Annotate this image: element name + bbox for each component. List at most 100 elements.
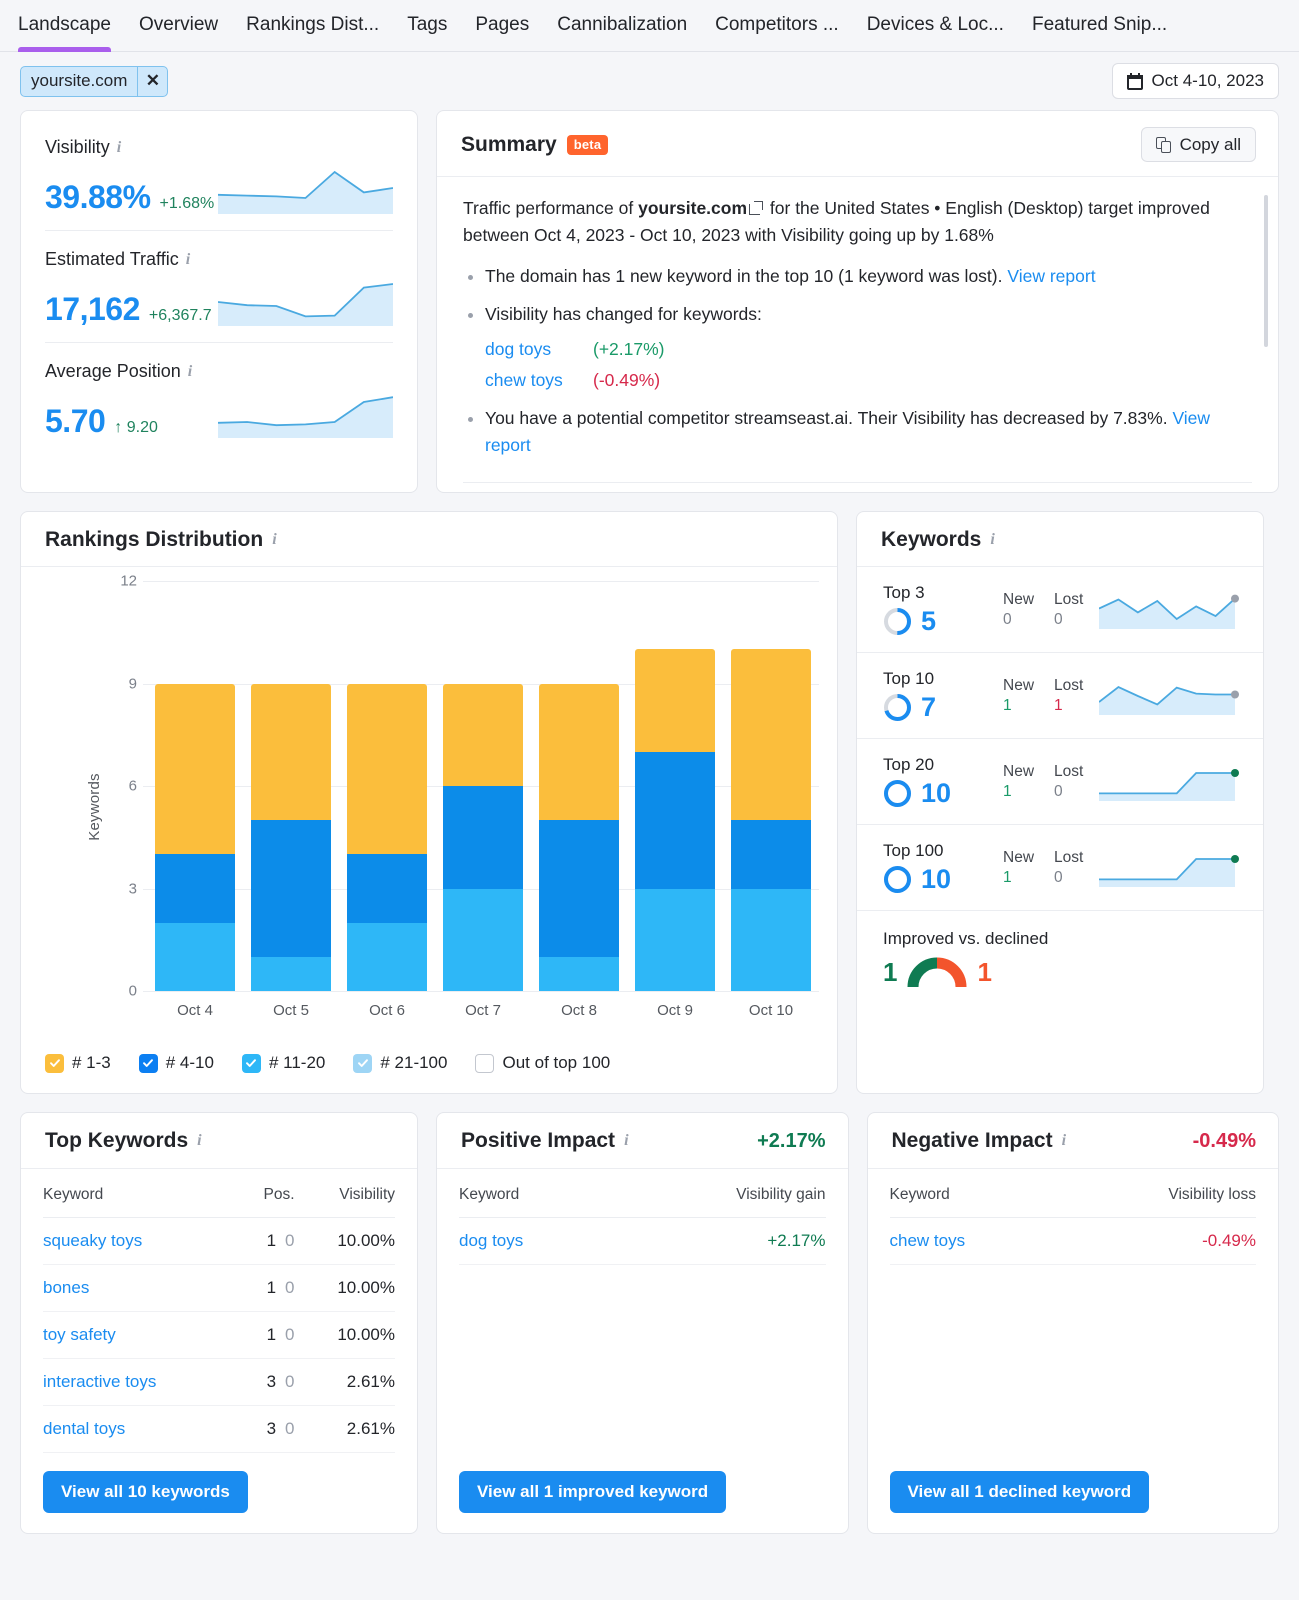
keyword-link[interactable]: chew toys <box>485 367 593 394</box>
tab-pages[interactable]: Pages <box>475 0 529 52</box>
keyword-link[interactable]: toy safety <box>43 1325 116 1344</box>
rankings-title: Rankings Distribution <box>45 528 264 551</box>
checkbox-icon[interactable] <box>353 1053 373 1073</box>
top-keywords-table-wrap: Keyword Pos. Visibility squeaky toys 1 0 10… <box>21 1169 417 1453</box>
copy-icon <box>1155 136 1171 153</box>
table-row[interactable] <box>634 649 716 991</box>
col-keyword[interactable]: Keyword <box>889 1169 1060 1218</box>
tab-competitors[interactable]: Competitors ... <box>715 0 839 52</box>
col-pos[interactable]: Pos. <box>240 1169 295 1218</box>
tab-rankings-dist[interactable]: Rankings Dist... <box>246 0 379 52</box>
keyword-change-value: (-0.49%) <box>593 369 661 390</box>
y-tick-label: 3 <box>128 880 137 897</box>
new-value: 1 <box>1003 869 1012 886</box>
table-row[interactable] <box>538 683 620 991</box>
new-cell: New 1 <box>1003 677 1034 715</box>
lost-cell: Lost 1 <box>1054 677 1083 715</box>
cell-visibility: 10.00% <box>294 1311 395 1359</box>
bar-segment-11-20 <box>730 820 812 889</box>
col-keyword[interactable]: Keyword <box>43 1169 241 1218</box>
info-icon[interactable]: i <box>272 532 276 548</box>
lost-label: Lost <box>1054 763 1084 780</box>
keyword-link[interactable]: dog toys <box>485 336 593 363</box>
keywords-row-title: Top 100 <box>883 841 944 860</box>
metric-label: Estimated Traffic i <box>45 249 393 270</box>
view-all-keywords-button[interactable]: View all 10 keywords <box>43 1471 248 1513</box>
legend-item-outoftop100[interactable]: Out of top 100 <box>475 1053 610 1073</box>
keyword-link[interactable]: bones <box>43 1278 89 1297</box>
view-improved-keywords-button[interactable]: View all 1 improved keyword <box>459 1471 727 1513</box>
y-tick-label: 9 <box>128 675 137 692</box>
bar-segment-21-100 <box>250 956 332 991</box>
summary-scrollbar[interactable] <box>1264 195 1268 347</box>
view-report-link-1[interactable]: View report <box>1007 266 1095 286</box>
metric-label-text: Estimated Traffic <box>45 249 179 269</box>
cell-position: 10 <box>240 1264 295 1312</box>
table-row: dental toys 3 0 2.61% <box>43 1405 395 1453</box>
tab-tags[interactable]: Tags <box>407 0 447 52</box>
close-icon[interactable]: ✕ <box>137 66 167 96</box>
metric-visibility: Visibility i 39.88% +1.68% <box>45 119 394 231</box>
table-row: chew toys -0.49% <box>889 1217 1256 1265</box>
top-row: Visibility i 39.88% +1.68% Estimated Traffic… <box>0 110 1299 511</box>
legend-item-4-10[interactable]: # 4-10 <box>138 1053 214 1073</box>
keyword-link[interactable]: interactive toys <box>43 1372 156 1391</box>
col-visibility[interactable]: Visibility <box>294 1169 395 1218</box>
table-row[interactable] <box>730 649 812 991</box>
summary-header: Summary beta Copy all <box>437 111 1278 177</box>
rankings-header: Rankings Distribution i <box>21 512 837 567</box>
info-icon[interactable]: i <box>188 363 192 380</box>
col-visibility-loss[interactable]: Visibility loss <box>1059 1169 1256 1218</box>
summary-card: Summary beta Copy all Traffic performanc… <box>436 110 1279 493</box>
tab-featured-snip[interactable]: Featured Snip... <box>1032 0 1167 52</box>
table-row[interactable] <box>346 683 428 991</box>
tab-overview[interactable]: Overview <box>139 0 218 52</box>
checkbox-icon[interactable] <box>241 1053 261 1073</box>
bar-segment-1-3 <box>442 683 524 786</box>
copy-all-button[interactable]: Copy all <box>1140 127 1256 162</box>
checkbox-icon[interactable] <box>475 1053 495 1073</box>
legend-item-1-3[interactable]: # 1-3 <box>45 1053 111 1073</box>
view-declined-keywords-button[interactable]: View all 1 declined keyword <box>889 1471 1150 1513</box>
table-row[interactable] <box>250 683 332 991</box>
metric-delta: +6,367.7 <box>148 307 212 324</box>
site-filter-chip[interactable]: yoursite.com ✕ <box>20 65 169 97</box>
checkbox-icon[interactable] <box>45 1053 64 1073</box>
bottom-row: Top Keywords i Keyword Pos. Visibility s… <box>0 1112 1299 1552</box>
info-icon[interactable]: i <box>197 1133 201 1149</box>
cell-keyword: dog toys <box>459 1217 613 1265</box>
keyword-link[interactable]: squeaky toys <box>43 1231 142 1250</box>
legend-item-21-100[interactable]: # 21-100 <box>353 1053 447 1073</box>
new-value: 1 <box>1003 783 1012 800</box>
info-icon[interactable]: i <box>1062 1133 1066 1149</box>
legend-item-11-20[interactable]: # 11-20 <box>241 1053 325 1073</box>
keywords-row-count-group: 5 <box>883 606 1003 637</box>
col-keyword[interactable]: Keyword <box>459 1169 613 1218</box>
keyword-link[interactable]: dental toys <box>43 1419 125 1438</box>
table-row[interactable] <box>154 683 236 991</box>
tab-landscape[interactable]: Landscape <box>18 0 111 52</box>
gauge-icon <box>907 957 967 988</box>
tab-devices-loc[interactable]: Devices & Loc... <box>867 0 1004 52</box>
info-icon[interactable]: i <box>624 1133 628 1149</box>
external-link-icon[interactable] <box>749 201 764 215</box>
summary-keyword-changes: dog toys (+2.17%) chew toys (-0.49%) <box>485 336 1252 394</box>
info-icon[interactable]: i <box>990 532 994 548</box>
keyword-link[interactable]: dog toys <box>459 1231 523 1250</box>
keywords-row-left: Top 100 10 <box>883 841 1003 895</box>
info-icon[interactable]: i <box>117 139 121 156</box>
bar-column <box>147 581 243 991</box>
info-icon[interactable]: i <box>186 251 190 268</box>
checkbox-icon[interactable] <box>138 1053 158 1073</box>
date-range-picker[interactable]: Oct 4-10, 2023 <box>1111 63 1279 99</box>
bar-segment-11-20 <box>634 751 716 889</box>
lost-value: 0 <box>1054 611 1063 628</box>
keyword-link[interactable]: chew toys <box>890 1231 966 1250</box>
bar-segment-11-20 <box>154 854 236 923</box>
tab-cannibalization[interactable]: Cannibalization <box>557 0 687 52</box>
col-visibility-gain[interactable]: Visibility gain <box>612 1169 826 1218</box>
table-row[interactable] <box>442 683 524 991</box>
new-cell: New 0 <box>1003 591 1034 629</box>
lost-cell: Lost 0 <box>1054 849 1083 887</box>
legend-label: Out of top 100 <box>502 1053 611 1072</box>
